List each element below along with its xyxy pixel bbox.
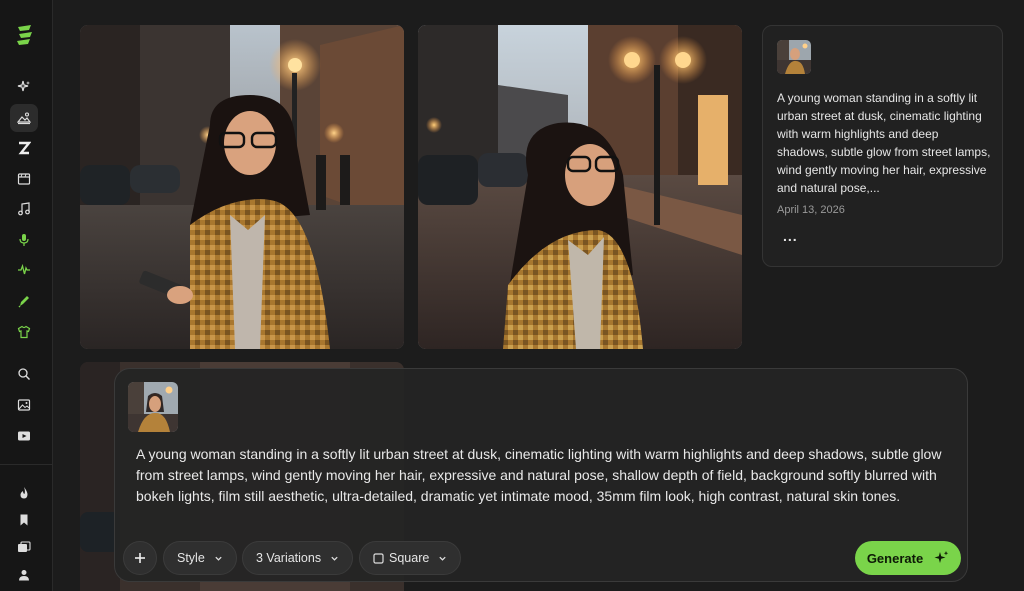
sidebar-item-music[interactable] bbox=[10, 195, 38, 223]
generated-image-1[interactable] bbox=[80, 25, 404, 349]
chevron-down-icon bbox=[215, 556, 222, 561]
brush-icon bbox=[18, 296, 29, 308]
street-portrait-image bbox=[418, 25, 742, 349]
microphone-icon bbox=[19, 234, 29, 246]
folders-icon bbox=[18, 541, 31, 552]
image-info-card[interactable]: A young woman standing in a softly lit u… bbox=[762, 25, 1003, 267]
sidebar bbox=[0, 0, 53, 591]
info-date: April 13, 2026 bbox=[777, 204, 845, 216]
info-thumbnail[interactable] bbox=[777, 40, 811, 74]
prompt-composer: A young woman standing in a softly lit u… bbox=[114, 368, 968, 582]
sidebar-item-profile[interactable] bbox=[10, 561, 38, 589]
info-prompt-text: A young woman standing in a softly lit u… bbox=[777, 91, 991, 195]
thumbnail-image bbox=[777, 40, 811, 74]
audio-wave-icon bbox=[18, 263, 30, 275]
sidebar-item-search[interactable] bbox=[10, 360, 38, 388]
square-icon bbox=[373, 552, 384, 564]
generate-label: Generate bbox=[866, 550, 924, 566]
sidebar-item-audio[interactable] bbox=[10, 256, 38, 284]
variations-label: 3 Variations bbox=[256, 551, 322, 565]
generated-image-2[interactable] bbox=[418, 25, 742, 349]
plus-icon bbox=[135, 553, 145, 563]
chevron-down-icon bbox=[439, 556, 446, 561]
music-note-icon bbox=[18, 202, 30, 216]
app-logo-icon[interactable] bbox=[14, 22, 36, 48]
generate-button[interactable]: Generate bbox=[855, 541, 961, 575]
prompt-input[interactable]: A young woman standing in a softly lit u… bbox=[136, 444, 956, 507]
sidebar-item-trending[interactable] bbox=[10, 479, 38, 507]
video-play-icon bbox=[18, 431, 30, 441]
sparkle-icon bbox=[17, 80, 30, 92]
sidebar-item-voice[interactable] bbox=[10, 226, 38, 254]
bookmark-icon bbox=[20, 514, 28, 526]
sidebar-item-image[interactable] bbox=[10, 104, 38, 132]
video-clapper-icon bbox=[17, 173, 31, 185]
style-label: Style bbox=[177, 551, 205, 565]
aspect-ratio-label: Square bbox=[389, 551, 430, 565]
sidebar-item-gallery[interactable] bbox=[10, 391, 38, 419]
search-icon bbox=[18, 368, 30, 380]
variations-dropdown[interactable]: 3 Variations bbox=[242, 541, 354, 575]
image-generate-icon bbox=[17, 112, 31, 125]
sidebar-item-z[interactable] bbox=[10, 134, 38, 162]
user-icon bbox=[19, 570, 29, 581]
gallery-icon bbox=[17, 399, 31, 411]
style-dropdown[interactable]: Style bbox=[163, 541, 237, 575]
street-portrait-image bbox=[80, 25, 404, 349]
reference-image-thumbnail[interactable] bbox=[128, 382, 178, 432]
sidebar-item-apparel[interactable] bbox=[10, 318, 38, 346]
sidebar-item-edit[interactable] bbox=[10, 287, 38, 315]
add-button[interactable] bbox=[123, 541, 157, 575]
app-root: A young woman standing in a softly lit u… bbox=[0, 0, 1024, 591]
tshirt-icon bbox=[17, 325, 31, 339]
z-logo-icon bbox=[18, 141, 31, 155]
sidebar-divider bbox=[0, 464, 52, 465]
more-options-button[interactable]: ... bbox=[783, 228, 805, 246]
chevron-down-icon bbox=[331, 556, 338, 561]
sidebar-item-saved[interactable] bbox=[10, 506, 38, 534]
flame-icon bbox=[20, 487, 28, 499]
sidebar-item-sparkle[interactable] bbox=[10, 73, 38, 101]
aspect-ratio-dropdown[interactable]: Square bbox=[359, 541, 462, 575]
sidebar-item-collections[interactable] bbox=[10, 534, 38, 562]
sidebar-item-video[interactable] bbox=[10, 165, 38, 193]
sidebar-item-videos[interactable] bbox=[10, 422, 38, 450]
sparkle-icon bbox=[934, 551, 949, 563]
thumbnail-image bbox=[128, 382, 178, 432]
